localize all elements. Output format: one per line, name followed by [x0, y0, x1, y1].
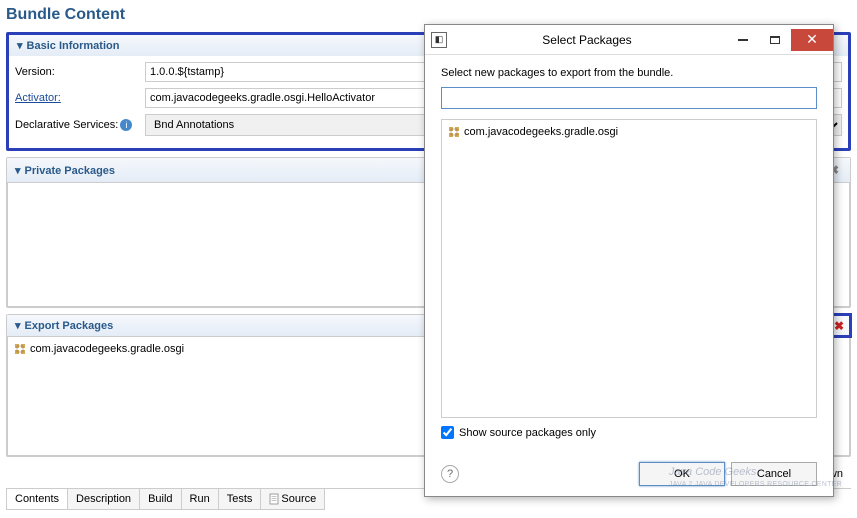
package-name: com.javacodegeeks.gradle.osgi: [30, 343, 184, 355]
version-label: Version:: [15, 66, 145, 78]
help-icon[interactable]: ?: [441, 465, 459, 483]
eclipse-icon: ◧: [431, 32, 447, 48]
tab-contents[interactable]: Contents: [6, 489, 68, 510]
minimize-button[interactable]: [727, 29, 759, 51]
info-icon[interactable]: i: [120, 119, 132, 131]
package-search-input[interactable]: [441, 87, 817, 109]
section-title: Private Packages: [25, 165, 116, 177]
tab-build[interactable]: Build: [139, 489, 181, 510]
document-icon: [269, 493, 279, 505]
collapse-icon: ▾: [15, 320, 21, 332]
dialog-titlebar[interactable]: ◧ Select Packages ✕: [425, 25, 833, 55]
close-button[interactable]: ✕: [791, 29, 833, 51]
activator-link[interactable]: Activator:: [15, 92, 61, 104]
package-icon: [14, 343, 26, 355]
show-source-only-checkbox[interactable]: [441, 426, 454, 439]
declarative-services-label: Declarative Services:i: [15, 119, 145, 131]
tab-run[interactable]: Run: [181, 489, 219, 510]
ok-button[interactable]: OK: [639, 462, 725, 486]
dialog-package-list[interactable]: com.javacodegeeks.gradle.osgi: [441, 119, 817, 418]
list-item[interactable]: com.javacodegeeks.gradle.osgi: [446, 124, 812, 140]
collapse-icon: ▾: [17, 40, 23, 52]
dialog-title: Select Packages: [447, 33, 727, 47]
package-icon: [448, 126, 460, 138]
tab-description[interactable]: Description: [67, 489, 140, 510]
section-title: Export Packages: [25, 320, 114, 332]
dialog-prompt: Select new packages to export from the b…: [441, 67, 817, 79]
section-title: Basic Information: [27, 40, 120, 52]
select-packages-dialog: ◧ Select Packages ✕ Select new packages …: [424, 24, 834, 497]
tab-source[interactable]: Source: [260, 489, 325, 510]
page-title: Bundle Content: [6, 6, 851, 24]
maximize-button[interactable]: [759, 29, 791, 51]
show-source-only-label[interactable]: Show source packages only: [459, 427, 596, 439]
cancel-button[interactable]: Cancel: [731, 462, 817, 486]
tab-tests[interactable]: Tests: [218, 489, 262, 510]
package-name: com.javacodegeeks.gradle.osgi: [464, 126, 618, 138]
activator-label: Activator:: [15, 92, 145, 104]
collapse-icon: ▾: [15, 165, 21, 177]
